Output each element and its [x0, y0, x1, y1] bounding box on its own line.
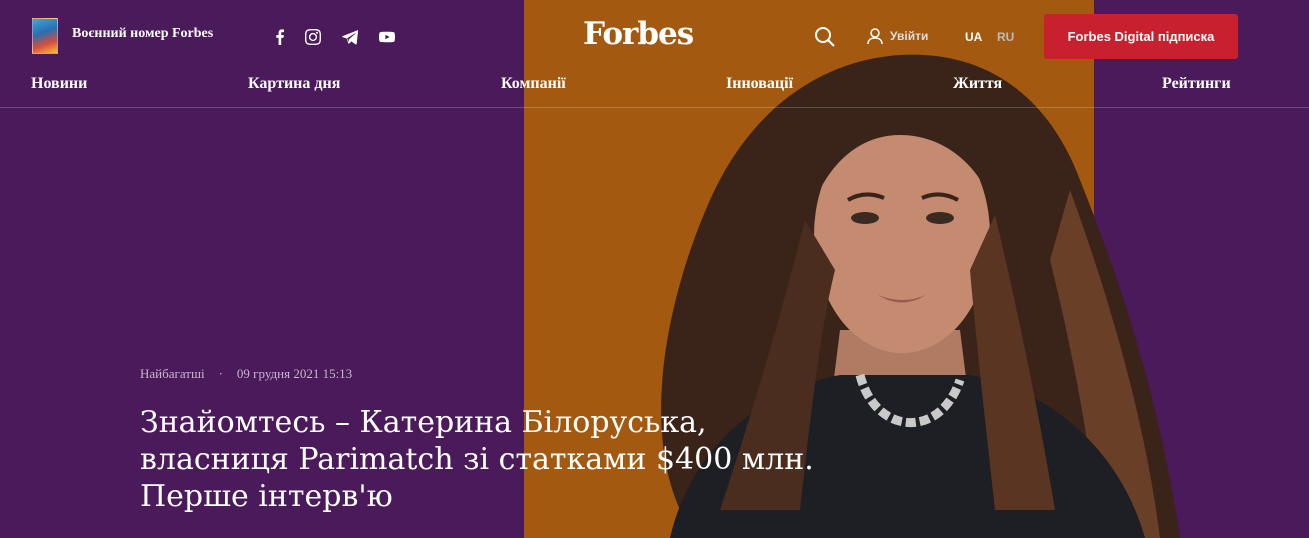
telegram-icon[interactable]	[341, 28, 359, 46]
headline-line: Знайомтесь – Катерина Білоруська,	[140, 405, 707, 440]
nav-item-life[interactable]: Життя	[953, 75, 1002, 93]
top-bar: Воєнний номер Forbes Forbes Увійти UA RU…	[0, 0, 1309, 70]
subscribe-button[interactable]: Forbes Digital підписка	[1044, 14, 1238, 59]
magazine-issue-link[interactable]: Воєнний номер Forbes	[72, 26, 213, 42]
main-nav: Новини Картина дня Компанії Інновації Жи…	[0, 70, 1309, 108]
forbes-logo[interactable]: Forbes	[583, 16, 694, 52]
instagram-icon[interactable]	[304, 28, 322, 46]
magazine-cover-thumbnail[interactable]	[32, 18, 58, 54]
facebook-icon[interactable]	[271, 28, 289, 46]
headline-line: Перше інтерв'ю	[140, 479, 393, 514]
lang-ua-link[interactable]: UA	[965, 30, 982, 44]
meta-separator: ·	[218, 366, 223, 381]
nav-item-picture-of-day[interactable]: Картина дня	[248, 75, 340, 93]
article-date: 09 грудня 2021 15:13	[236, 366, 353, 381]
youtube-icon[interactable]	[378, 28, 396, 46]
article-meta: Найбагатші · 09 грудня 2021 15:13	[140, 366, 352, 382]
nav-item-companies[interactable]: Компанії	[501, 75, 566, 93]
login-label: Увійти	[890, 29, 929, 43]
lang-ru-link[interactable]: RU	[997, 30, 1014, 44]
nav-item-rankings[interactable]: Рейтинги	[1162, 75, 1231, 93]
search-icon[interactable]	[814, 26, 836, 48]
login-button[interactable]: Увійти	[866, 27, 928, 45]
nav-item-innovations[interactable]: Інновації	[726, 75, 793, 93]
nav-item-news[interactable]: Новини	[31, 75, 87, 93]
article-headline: Знайомтесь – Катерина Білоруська, власни…	[140, 404, 920, 515]
user-icon	[867, 28, 883, 45]
article-category-link[interactable]: Найбагатші	[140, 366, 205, 382]
headline-line: власниця Parimatch зі статками $400 млн.	[140, 442, 814, 477]
